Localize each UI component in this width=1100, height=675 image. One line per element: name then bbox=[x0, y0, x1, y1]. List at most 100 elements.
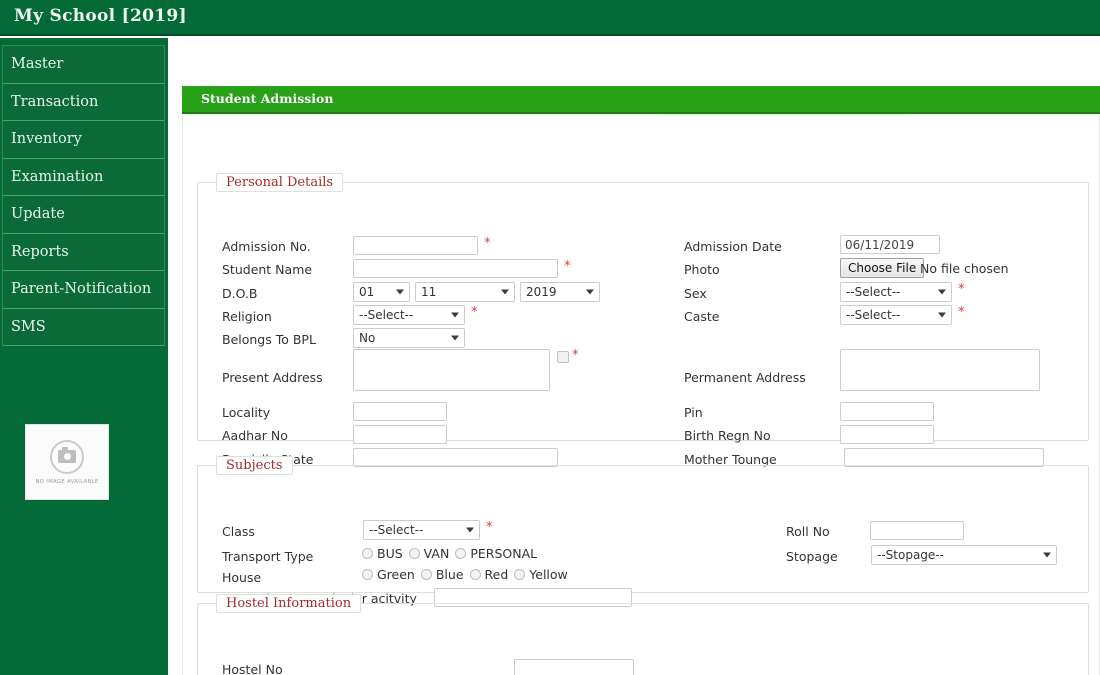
panel-body: Personal Details Admission No. * Student… bbox=[182, 116, 1100, 675]
student-name-input[interactable] bbox=[353, 259, 558, 278]
panel-header: Student Admission bbox=[182, 86, 1100, 114]
bpl-label: Belongs To BPL bbox=[222, 332, 316, 347]
admission-no-label: Admission No. bbox=[222, 239, 311, 254]
dob-month-select[interactable]: 11 bbox=[415, 282, 515, 302]
personal-details-section: Personal Details Admission No. * Student… bbox=[197, 173, 1089, 441]
admission-date-input[interactable] bbox=[840, 235, 940, 254]
page-title: Student Admission bbox=[201, 91, 333, 106]
present-address-textarea[interactable] bbox=[353, 349, 550, 391]
camera-icon bbox=[50, 440, 84, 474]
sidebar-item-master[interactable]: Master bbox=[3, 46, 164, 84]
main-content: Press F11 to exit full screen Student Ad… bbox=[172, 38, 1100, 675]
house-yellow-label: Yellow bbox=[529, 567, 567, 582]
aadhar-no-input[interactable] bbox=[353, 425, 447, 444]
house-option-green[interactable]: Green bbox=[362, 567, 415, 582]
app-title: My School [2019] bbox=[14, 6, 187, 26]
religion-label: Religion bbox=[222, 309, 272, 324]
sidebar-item-transaction[interactable]: Transaction bbox=[3, 84, 164, 122]
stopage-select[interactable]: --Stopage-- bbox=[871, 545, 1057, 565]
dob-label: D.O.B bbox=[222, 286, 257, 301]
class-select[interactable]: --Select-- bbox=[363, 520, 480, 540]
transport-type-radio-group[interactable]: BUS VAN PERSONAL bbox=[362, 546, 537, 561]
photo-label: Photo bbox=[684, 262, 720, 277]
hostel-no-input[interactable] bbox=[514, 659, 634, 675]
present-address-label: Present Address bbox=[222, 370, 323, 385]
hostel-information-legend: Hostel Information bbox=[216, 594, 361, 613]
dob-month-value: 11 bbox=[421, 285, 436, 299]
pin-input[interactable] bbox=[840, 402, 934, 421]
dob-year-value: 2019 bbox=[526, 285, 557, 299]
file-status-text: No file chosen bbox=[920, 261, 1009, 276]
sidebar-menu: Master Transaction Inventory Examination… bbox=[2, 45, 165, 346]
stopage-label: Stopage bbox=[786, 549, 838, 564]
bpl-value: No bbox=[359, 331, 375, 345]
radio-icon bbox=[470, 569, 481, 580]
bpl-select[interactable]: No bbox=[353, 328, 465, 348]
chevron-down-icon bbox=[586, 290, 594, 295]
house-label: House bbox=[222, 570, 261, 585]
chevron-down-icon bbox=[466, 528, 474, 533]
birth-regn-no-label: Birth Regn No bbox=[684, 428, 771, 443]
student-photo-placeholder: NO IMAGE AVAILABLE bbox=[25, 424, 109, 500]
radio-icon bbox=[362, 548, 373, 559]
chevron-down-icon bbox=[396, 290, 404, 295]
radio-icon bbox=[421, 569, 432, 580]
house-option-red[interactable]: Red bbox=[470, 567, 509, 582]
chevron-down-icon bbox=[501, 290, 509, 295]
birth-regn-no-input[interactable] bbox=[840, 425, 934, 444]
transport-type-bus-label: BUS bbox=[377, 546, 403, 561]
chevron-down-icon bbox=[938, 313, 946, 318]
radio-icon bbox=[455, 548, 466, 559]
permanent-address-label: Permanent Address bbox=[684, 370, 806, 385]
admission-no-required-mark: * bbox=[484, 237, 491, 250]
caste-label: Caste bbox=[684, 309, 720, 324]
caste-value: --Select-- bbox=[846, 308, 900, 322]
house-option-blue[interactable]: Blue bbox=[421, 567, 464, 582]
house-option-yellow[interactable]: Yellow bbox=[514, 567, 567, 582]
transport-type-option-personal[interactable]: PERSONAL bbox=[455, 546, 537, 561]
sex-value: --Select-- bbox=[846, 285, 900, 299]
sidebar-item-examination[interactable]: Examination bbox=[3, 159, 164, 197]
sidebar-item-sms[interactable]: SMS bbox=[3, 309, 164, 347]
sidebar-item-reports[interactable]: Reports bbox=[3, 234, 164, 272]
class-label: Class bbox=[222, 524, 255, 539]
caste-select[interactable]: --Select-- bbox=[840, 305, 952, 325]
class-required-mark: * bbox=[486, 521, 493, 534]
hostel-no-label: Hostel No bbox=[222, 662, 283, 675]
house-green-label: Green bbox=[377, 567, 415, 582]
transport-type-van-label: VAN bbox=[424, 546, 450, 561]
subjects-section: Subjects Class --Select-- * Transport Ty… bbox=[197, 456, 1089, 593]
chevron-down-icon bbox=[451, 336, 459, 341]
present-address-required-mark: * bbox=[572, 349, 579, 362]
sidebar-item-inventory[interactable]: Inventory bbox=[3, 121, 164, 159]
subjects-legend: Subjects bbox=[216, 456, 293, 475]
radio-icon bbox=[514, 569, 525, 580]
transport-type-option-bus[interactable]: BUS bbox=[362, 546, 403, 561]
locality-input[interactable] bbox=[353, 402, 447, 421]
admission-no-input[interactable] bbox=[353, 236, 478, 255]
app-header: My School [2019] bbox=[0, 0, 1100, 36]
transport-type-label: Transport Type bbox=[222, 549, 313, 564]
choose-file-button[interactable]: Choose File bbox=[840, 258, 924, 278]
personal-details-legend: Personal Details bbox=[216, 173, 343, 192]
admission-date-label: Admission Date bbox=[684, 239, 782, 254]
sex-select[interactable]: --Select-- bbox=[840, 282, 952, 302]
sidebar: Master Transaction Inventory Examination… bbox=[0, 38, 168, 675]
permanent-address-textarea[interactable] bbox=[840, 349, 1040, 391]
caste-required-mark: * bbox=[958, 306, 965, 319]
sidebar-item-update[interactable]: Update bbox=[3, 196, 164, 234]
house-radio-group[interactable]: Green Blue Red Yellow bbox=[362, 567, 568, 582]
hostel-information-section: Hostel Information Hostel No Hostel NO Y… bbox=[197, 594, 1089, 675]
student-name-required-mark: * bbox=[564, 260, 571, 273]
stopage-value: --Stopage-- bbox=[877, 548, 944, 562]
student-name-label: Student Name bbox=[222, 262, 312, 277]
aadhar-no-label: Aadhar No bbox=[222, 428, 288, 443]
radio-icon bbox=[362, 569, 373, 580]
roll-no-input[interactable] bbox=[870, 521, 964, 540]
same-as-permanent-checkbox[interactable] bbox=[557, 351, 569, 363]
dob-day-select[interactable]: 01 bbox=[353, 282, 410, 302]
transport-type-option-van[interactable]: VAN bbox=[409, 546, 450, 561]
dob-year-select[interactable]: 2019 bbox=[520, 282, 600, 302]
sidebar-item-parent-notification[interactable]: Parent-Notification bbox=[3, 271, 164, 309]
religion-select[interactable]: --Select-- bbox=[353, 305, 465, 325]
